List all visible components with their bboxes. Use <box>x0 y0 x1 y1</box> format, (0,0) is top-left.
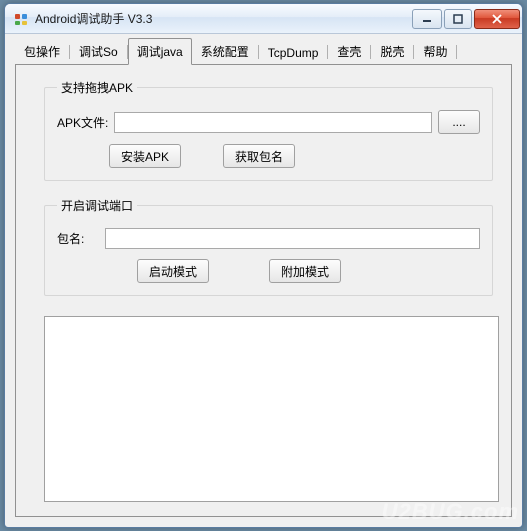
attach-mode-button[interactable]: 附加模式 <box>269 259 341 283</box>
tab-label: 调试So <box>79 45 118 59</box>
app-icon <box>13 11 29 27</box>
get-package-name-button[interactable]: 获取包名 <box>223 144 295 168</box>
tab-page-debug-java: 支持拖拽APK APK文件: .... 安装APK 获取包名 开启调试端口 包名… <box>15 64 512 517</box>
group-legend: 开启调试端口 <box>57 197 137 214</box>
close-button[interactable] <box>474 9 520 29</box>
tab-tcpdump[interactable]: TcpDump <box>259 41 328 64</box>
tab-unpack-shell[interactable]: 脱壳 <box>371 38 413 64</box>
tab-debug-so[interactable]: 调试So <box>70 38 127 64</box>
window-title: Android调试助手 V3.3 <box>35 10 412 27</box>
apk-file-label: APK文件: <box>57 114 108 131</box>
tab-label: TcpDump <box>268 46 319 60</box>
titlebar[interactable]: Android调试助手 V3.3 <box>5 4 522 34</box>
maximize-button[interactable] <box>444 9 472 29</box>
group-legend: 支持拖拽APK <box>57 79 137 96</box>
tab-strip: 包操作 调试So 调试java 系统配置 TcpDump 查壳 脱壳 帮助 <box>15 40 512 64</box>
tab-label: 查壳 <box>337 45 361 59</box>
group-open-debug-port: 开启调试端口 包名: 启动模式 附加模式 <box>44 197 493 296</box>
output-textarea[interactable] <box>44 316 499 502</box>
group-drag-apk: 支持拖拽APK APK文件: .... 安装APK 获取包名 <box>44 79 493 181</box>
tab-label: 帮助 <box>423 45 447 59</box>
tab-label: 包操作 <box>24 45 60 59</box>
minimize-button[interactable] <box>412 9 442 29</box>
package-name-input[interactable] <box>105 228 480 249</box>
client-area: 包操作 调试So 调试java 系统配置 TcpDump 查壳 脱壳 帮助 支持… <box>5 34 522 527</box>
tab-package-ops[interactable]: 包操作 <box>15 38 69 64</box>
tab-label: 系统配置 <box>201 45 249 59</box>
package-name-label: 包名: <box>57 230 99 247</box>
apk-file-input[interactable] <box>114 112 432 133</box>
tab-label: 调试java <box>137 45 183 59</box>
tab-separator <box>456 45 457 59</box>
app-window: Android调试助手 V3.3 包操作 调试So 调试java 系统配置 Tc… <box>4 3 523 528</box>
window-controls <box>412 9 520 29</box>
browse-button[interactable]: .... <box>438 110 480 134</box>
tab-check-shell[interactable]: 查壳 <box>328 38 370 64</box>
tab-help[interactable]: 帮助 <box>414 38 456 64</box>
tab-debug-java[interactable]: 调试java <box>128 38 192 65</box>
launch-mode-button[interactable]: 启动模式 <box>137 259 209 283</box>
tab-label: 脱壳 <box>380 45 404 59</box>
tab-system-config[interactable]: 系统配置 <box>192 38 258 64</box>
install-apk-button[interactable]: 安装APK <box>109 144 181 168</box>
